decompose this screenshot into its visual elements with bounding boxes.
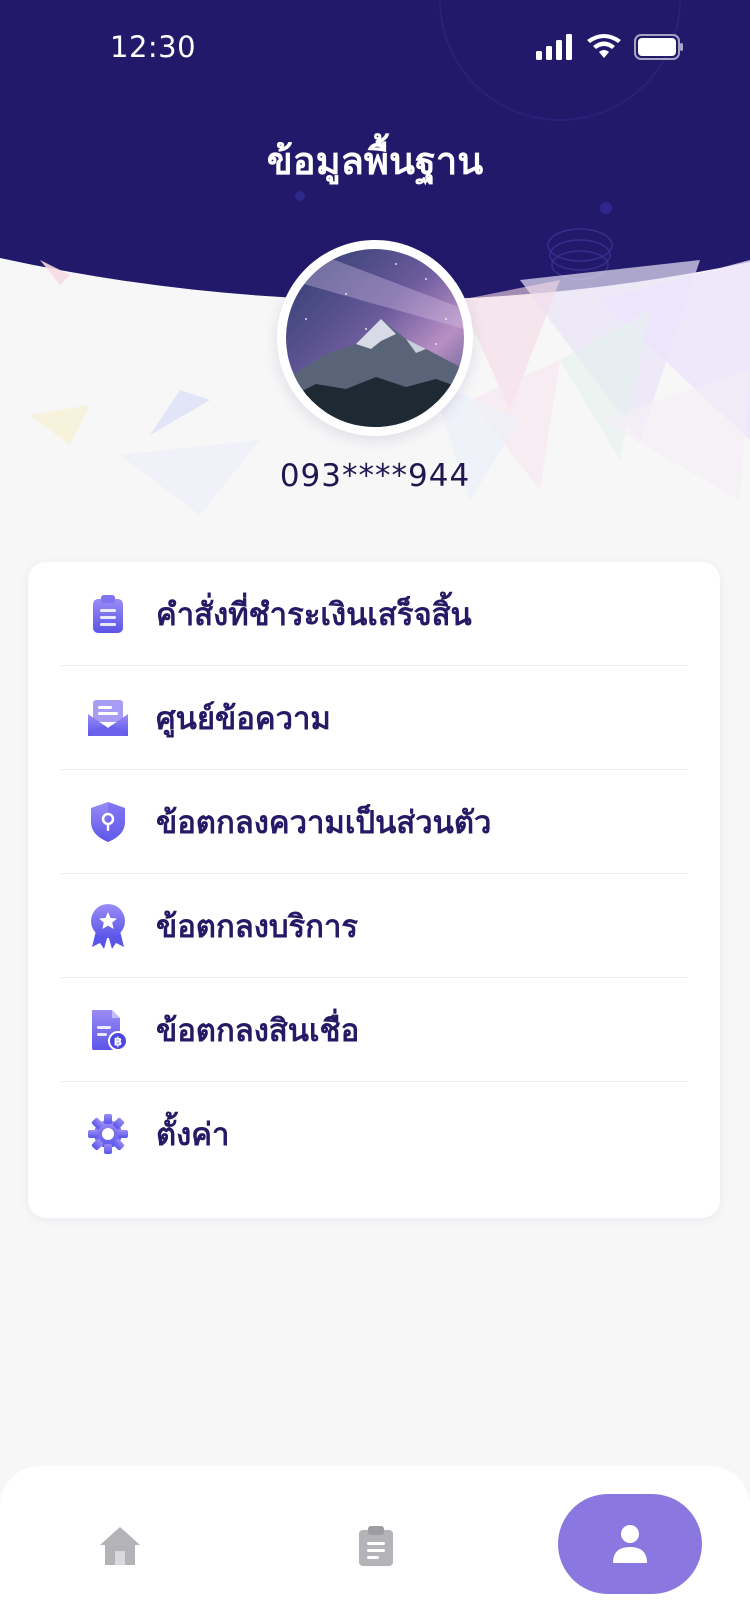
home-icon [100,1527,140,1565]
menu-item-label: ศูนย์ข้อความ [156,700,331,737]
menu-card: คำสั่งที่ชำระเงินเสร็จสิ้น ศูนย์ข้อความ … [28,562,720,1218]
phone-number: 093****944 [279,458,471,494]
nav-home-button[interactable] [90,1516,150,1576]
bottom-navigation [0,1466,750,1624]
nav-profile-button[interactable] [558,1494,702,1594]
clipboard-icon [359,1526,393,1566]
signal-icon [536,34,572,60]
page-title: ข้อมูลพื้นฐาน [266,139,484,183]
battery-icon [634,34,683,60]
gear-icon [86,1112,130,1156]
svg-text:฿: ฿ [114,1034,122,1048]
nav-orders-button[interactable] [346,1516,406,1576]
wifi-icon [587,34,621,58]
menu-item-privacy-policy[interactable]: ข้อตกลงความเป็นส่วนตัว [60,770,688,874]
award-badge-icon [86,903,130,949]
avatar[interactable] [286,249,464,427]
status-bar: 12:30 [0,0,750,100]
avatar-image [286,249,464,427]
menu-item-loan-agreement[interactable]: ฿ ข้อตกลงสินเชื่อ [60,978,688,1082]
menu-item-label: ตั้งค่า [156,1117,230,1153]
menu-item-message-center[interactable]: ศูนย์ข้อความ [60,666,688,770]
menu-item-label: ข้อตกลงความเป็นส่วนตัว [156,804,492,841]
menu-item-label: คำสั่งที่ชำระเงินเสร็จสิ้น [156,596,472,633]
status-time: 12:30 [110,30,197,64]
user-icon [613,1525,647,1563]
menu-item-label: ข้อตกลงสินเชื่อ [156,1012,360,1049]
mail-icon [86,696,130,740]
menu-item-paid-orders[interactable]: คำสั่งที่ชำระเงินเสร็จสิ้น [60,562,688,666]
menu-item-label: ข้อตกลงบริการ [156,908,358,945]
shield-icon [86,800,130,844]
avatar-ring [277,240,473,436]
document-baht-icon: ฿ [86,1008,130,1052]
status-icons [536,34,684,60]
clipboard-icon [86,592,130,636]
menu-item-settings[interactable]: ตั้งค่า [60,1082,688,1186]
menu-item-service-agreement[interactable]: ข้อตกลงบริการ [60,874,688,978]
